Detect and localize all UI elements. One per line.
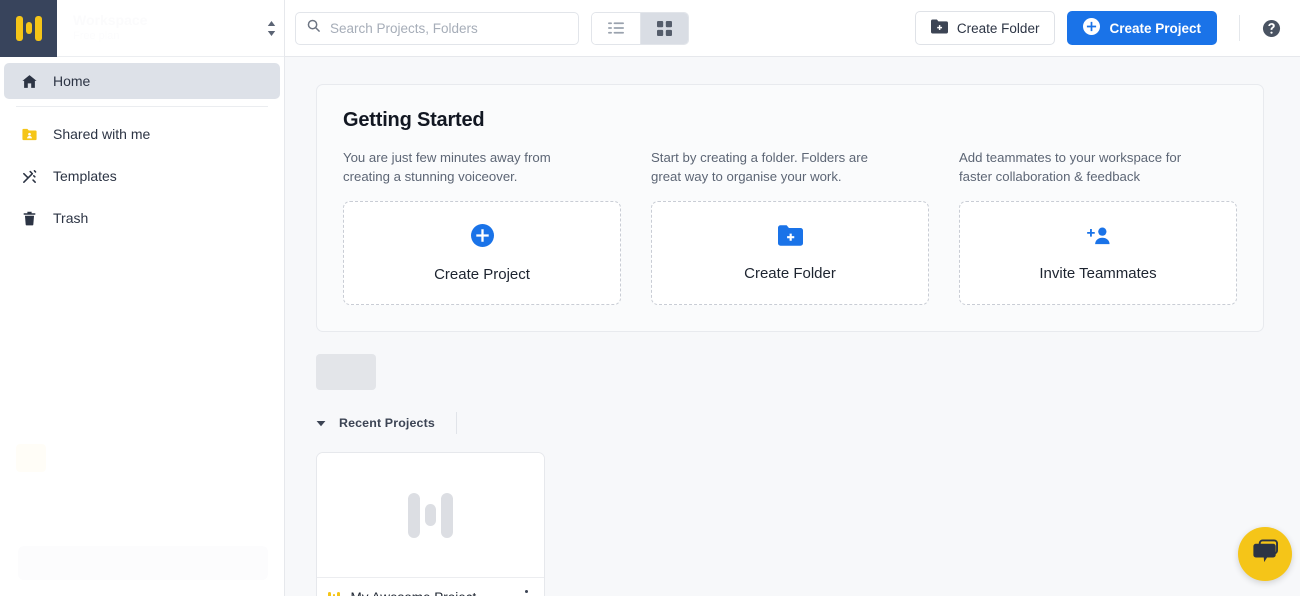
action-card-label: Create Folder <box>744 264 836 282</box>
project-card-footer: My Awesome Project <box>317 578 544 596</box>
sidebar-item-label: Templates <box>53 168 117 184</box>
home-icon <box>20 72 39 91</box>
waveform-logo-icon <box>328 591 340 596</box>
chat-bubbles-icon <box>1252 539 1279 569</box>
sidebar-item-trash[interactable]: Trash <box>4 200 280 236</box>
plus-circle-icon <box>470 223 494 252</box>
topbar-separator <box>1239 15 1240 41</box>
create-project-action-card[interactable]: Create Project <box>343 201 621 305</box>
create-folder-action-card[interactable]: Create Folder <box>651 201 929 305</box>
getting-started-descriptions: You are just few minutes away from creat… <box>343 148 1237 186</box>
workspace-name: Workspace <box>73 12 148 28</box>
create-project-button[interactable]: Create Project <box>1067 11 1217 45</box>
folder-plus-icon <box>777 224 803 251</box>
shared-folder-icon <box>20 125 39 144</box>
action-card-label: Create Project <box>434 265 530 283</box>
content-area: Getting Started You are just few minutes… <box>285 57 1300 596</box>
sidebar-ghost-pill <box>18 546 268 580</box>
chevron-up-down-icon[interactable] <box>258 20 284 36</box>
projects-grid: My Awesome Project <box>316 452 1264 596</box>
getting-started-description: Start by creating a folder. Folders are … <box>651 150 868 184</box>
loading-skeleton-block <box>316 354 376 390</box>
sidebar: Workspace Free plan Home Shared with me … <box>0 0 285 596</box>
sidebar-item-label: Home <box>53 73 91 89</box>
person-add-icon <box>1086 225 1111 251</box>
recent-projects-header: Recent Projects <box>316 412 1264 434</box>
getting-started-actions: Create Project Create Folder Invite Team… <box>343 201 1237 305</box>
search-icon <box>306 18 321 38</box>
sidebar-nav-group: Shared with me Templates Trash <box>4 116 280 236</box>
create-folder-label: Create Folder <box>956 20 1040 36</box>
sidebar-divider <box>16 106 268 107</box>
recent-header-rule <box>455 412 457 434</box>
sidebar-item-shared-with-me[interactable]: Shared with me <box>4 116 280 152</box>
getting-started-card: Getting Started You are just few minutes… <box>316 84 1264 332</box>
getting-started-description: Add teammates to your workspace for fast… <box>959 150 1182 184</box>
app-root: Workspace Free plan Home Shared with me … <box>0 0 1300 596</box>
more-vertical-icon[interactable] <box>520 587 533 596</box>
waveform-placeholder-icon <box>408 492 453 538</box>
grid-view-icon[interactable] <box>640 12 688 44</box>
sidebar-item-label: Shared with me <box>53 126 151 142</box>
project-card[interactable]: My Awesome Project <box>316 452 545 596</box>
plus-circle-icon <box>1083 18 1101 38</box>
sidebar-item-home[interactable]: Home <box>4 63 280 99</box>
topbar: Create Folder Create Project <box>285 0 1300 57</box>
chevron-down-icon[interactable] <box>316 420 326 427</box>
getting-started-description: You are just few minutes away from creat… <box>343 150 551 184</box>
create-folder-button[interactable]: Create Folder <box>914 11 1056 45</box>
folder-plus-icon <box>930 19 948 37</box>
main-area: Create Folder Create Project <box>285 0 1300 596</box>
trash-icon <box>20 209 39 228</box>
app-logo[interactable] <box>0 0 57 57</box>
recent-projects-label: Recent Projects <box>339 416 435 430</box>
workspace-meta: Workspace Free plan <box>57 12 258 44</box>
chat-support-button[interactable] <box>1238 527 1292 581</box>
view-toggle <box>591 11 689 45</box>
page-title: Getting Started <box>343 109 485 131</box>
workspace-selector[interactable]: Workspace Free plan <box>0 0 284 57</box>
templates-wand-icon <box>20 167 39 186</box>
action-card-label: Invite Teammates <box>1039 264 1157 282</box>
waveform-logo-icon <box>15 15 42 41</box>
invite-teammates-action-card[interactable]: Invite Teammates <box>959 201 1237 305</box>
sidebar-ghost-swatch <box>16 444 46 472</box>
workspace-subtitle: Free plan <box>73 30 120 42</box>
help-circle-icon[interactable] <box>1258 15 1284 41</box>
list-view-icon[interactable] <box>592 12 640 44</box>
project-thumbnail <box>317 453 544 578</box>
search-input[interactable] <box>330 20 568 36</box>
sidebar-nav: Home Shared with me Templates Trash <box>0 57 284 236</box>
sidebar-item-label: Trash <box>53 210 89 226</box>
create-project-label: Create Project <box>1109 20 1201 36</box>
search-bar[interactable] <box>295 11 579 45</box>
project-name: My Awesome Project <box>351 590 510 596</box>
sidebar-item-templates[interactable]: Templates <box>4 158 280 194</box>
